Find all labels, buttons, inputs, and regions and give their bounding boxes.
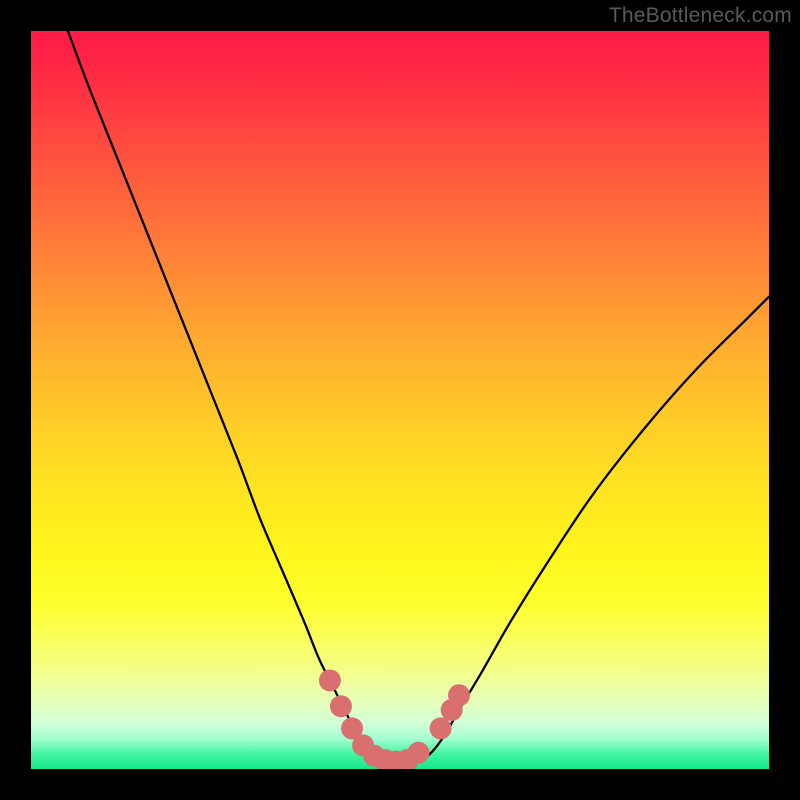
chart-frame: TheBottleneck.com bbox=[0, 0, 800, 800]
curve-marker bbox=[407, 742, 429, 764]
curve-layer bbox=[31, 31, 769, 769]
bottleneck-curve bbox=[68, 31, 769, 765]
curve-marker bbox=[330, 695, 352, 717]
curve-marker bbox=[319, 669, 341, 691]
watermark-text: TheBottleneck.com bbox=[609, 4, 792, 28]
curve-marker bbox=[430, 717, 452, 739]
curve-marker bbox=[448, 684, 470, 706]
plot-area bbox=[31, 31, 769, 769]
